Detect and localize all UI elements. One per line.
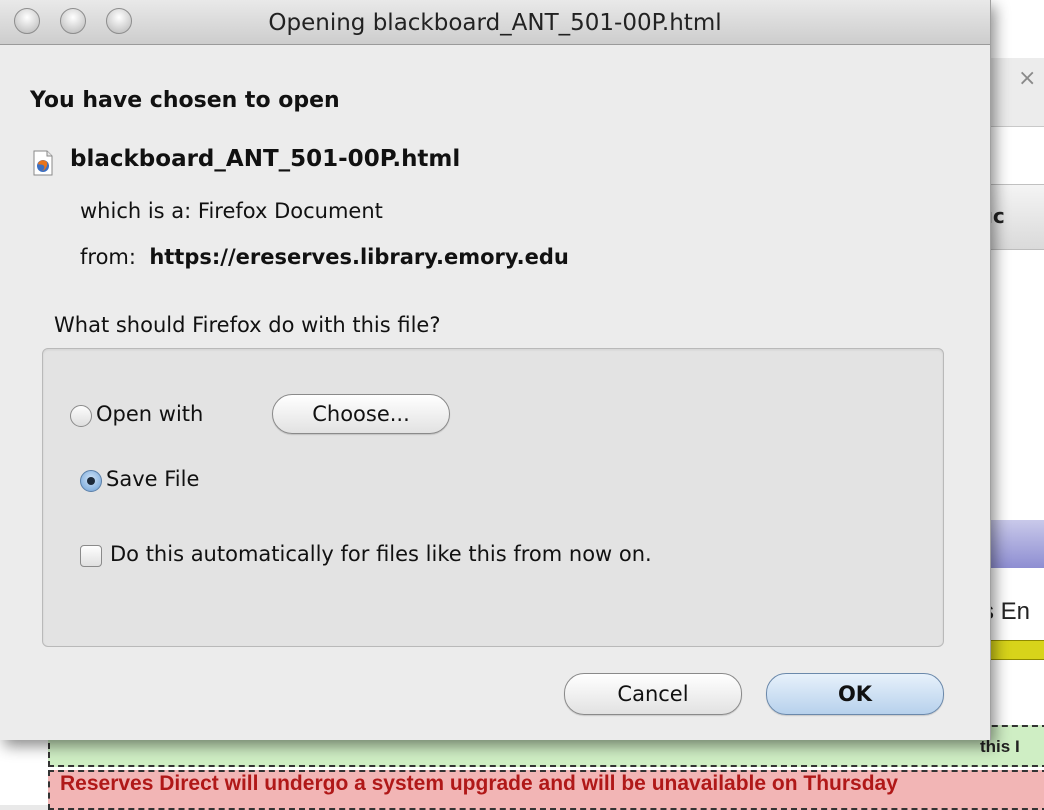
file-name: blackboard_ANT_501-00P.html [70, 146, 461, 172]
dialog-titlebar[interactable]: Opening blackboard_ANT_501-00P.html [0, 0, 990, 45]
from-url: https://ereserves.library.emory.edu [149, 245, 569, 269]
auto-action-checkbox[interactable] [80, 545, 102, 567]
action-options-group [42, 348, 944, 647]
close-icon[interactable]: × [1018, 66, 1036, 91]
action-question: What should Firefox do with this file? [54, 313, 441, 337]
open-with-radio[interactable] [70, 405, 92, 427]
background-notice-green-text: this I [980, 737, 1020, 756]
dialog-title: Opening blackboard_ANT_501-00P.html [268, 10, 722, 36]
file-type-line: which is a: Firefox Document [80, 199, 383, 223]
file-source-line: from: https://ereserves.library.emory.ed… [80, 245, 569, 269]
ok-button[interactable]: OK [766, 673, 944, 715]
cancel-button[interactable]: Cancel [564, 673, 742, 715]
firefox-document-icon [33, 150, 53, 176]
dialog-heading: You have chosen to open [30, 88, 340, 113]
open-file-dialog: Opening blackboard_ANT_501-00P.html You … [0, 0, 991, 740]
open-with-label[interactable]: Open with [96, 402, 203, 426]
choose-application-button[interactable]: Choose... [272, 394, 450, 434]
auto-action-label[interactable]: Do this automatically for files like thi… [110, 542, 652, 566]
save-file-label[interactable]: Save File [106, 467, 199, 491]
from-label: from: [80, 245, 136, 269]
save-file-radio[interactable] [80, 470, 102, 492]
background-notice-red-text: Reserves Direct will undergo a system up… [60, 772, 898, 795]
